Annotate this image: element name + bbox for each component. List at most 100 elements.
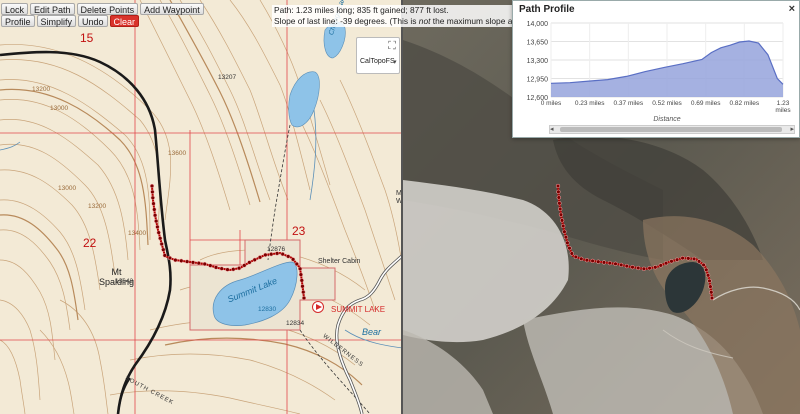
path-vertex[interactable]: [190, 260, 196, 265]
path-vertex[interactable]: [590, 258, 595, 264]
path-profile-panel[interactable]: Path Profile × 12,600 12,950 13,300 13,650 1…: [512, 0, 800, 138]
scroll-right-icon[interactable]: ▸: [790, 125, 794, 133]
summit-lake-marker-icon[interactable]: [312, 301, 324, 313]
path-vertex[interactable]: [263, 252, 268, 258]
path-vertex[interactable]: [680, 255, 685, 261]
path-vertex[interactable]: [565, 240, 570, 245]
path-vertex[interactable]: [150, 195, 155, 200]
path-vertex[interactable]: [257, 255, 263, 260]
path-vertex[interactable]: [298, 272, 304, 277]
path-vertex[interactable]: [150, 189, 155, 195]
path-vertex[interactable]: [705, 273, 711, 278]
path-vertex[interactable]: [619, 262, 624, 268]
path-vertex[interactable]: [630, 265, 635, 270]
path-vertex[interactable]: [558, 212, 564, 217]
topo-map[interactable]: 15 22 23 Mt Spalding Summit Lake Shelter…: [0, 0, 403, 414]
path-vertex[interactable]: [208, 263, 213, 268]
path-vertex[interactable]: [151, 201, 156, 206]
close-icon[interactable]: ×: [789, 3, 795, 15]
path-vertex[interactable]: [601, 260, 607, 265]
path-vertex[interactable]: [704, 267, 709, 272]
path-vertex[interactable]: [584, 258, 590, 263]
path-vertex[interactable]: [709, 295, 715, 301]
path-vertex[interactable]: [161, 247, 166, 252]
path-vertex[interactable]: [179, 258, 184, 263]
path-vertex[interactable]: [562, 229, 567, 234]
layer-select[interactable]: CalTopoFS: [360, 58, 395, 65]
path-vertex[interactable]: [686, 256, 691, 261]
path-vertex[interactable]: [596, 259, 601, 264]
fullscreen-icon[interactable]: ⛶: [386, 40, 398, 52]
path-vertex[interactable]: [556, 195, 561, 200]
path-vertex[interactable]: [290, 257, 296, 262]
path-vertex[interactable]: [300, 284, 305, 289]
path-vertex[interactable]: [301, 295, 307, 301]
path-vertex[interactable]: [558, 206, 563, 212]
path-vertex[interactable]: [158, 236, 163, 241]
path-vertex[interactable]: [173, 257, 178, 263]
path-vertex[interactable]: [247, 260, 252, 265]
path-vertex[interactable]: [708, 284, 713, 289]
path-vertex[interactable]: [613, 261, 618, 266]
path-vertex[interactable]: [213, 265, 219, 270]
path-vertex[interactable]: [691, 256, 697, 262]
path-vertex[interactable]: [196, 261, 201, 266]
path-vertex[interactable]: [573, 254, 578, 260]
path-vertex[interactable]: [294, 261, 299, 267]
path-vertex[interactable]: [641, 266, 647, 271]
path-vertex[interactable]: [184, 259, 190, 264]
path-vertex[interactable]: [236, 266, 242, 271]
path-vertex[interactable]: [674, 257, 680, 262]
simplify-button[interactable]: Simplify: [36, 15, 77, 27]
path-vertex[interactable]: [559, 218, 565, 223]
path-vertex[interactable]: [707, 278, 712, 284]
path-vertex[interactable]: [167, 255, 173, 261]
path-vertex[interactable]: [159, 241, 164, 247]
lock-button[interactable]: Lock: [1, 3, 29, 15]
path-vertex[interactable]: [624, 263, 629, 269]
path-vertex[interactable]: [149, 183, 155, 189]
path-vertex[interactable]: [701, 262, 706, 268]
path-vertex[interactable]: [155, 224, 160, 230]
path-vertex[interactable]: [569, 251, 574, 256]
path-vertex[interactable]: [555, 183, 561, 189]
path-vertex[interactable]: [219, 266, 224, 271]
path-vertex[interactable]: [658, 263, 663, 268]
path-vertex[interactable]: [556, 189, 561, 194]
add-waypoint-button[interactable]: Add Waypoint: [140, 3, 204, 15]
path-vertex[interactable]: [653, 265, 658, 270]
path-vertex[interactable]: [557, 201, 562, 206]
path-vertex[interactable]: [301, 289, 306, 295]
path-vertex[interactable]: [152, 207, 157, 212]
path-vertex[interactable]: [669, 259, 674, 264]
path-vertex[interactable]: [156, 230, 161, 235]
path-vertex[interactable]: [225, 267, 230, 272]
path-vertex[interactable]: [696, 259, 702, 264]
path-vertex[interactable]: [286, 254, 291, 259]
profile-scrollbar[interactable]: ◂ ▸: [549, 125, 795, 134]
path-vertex[interactable]: [154, 218, 159, 224]
chevron-down-icon[interactable]: ▾: [393, 58, 397, 66]
path-vertex[interactable]: [231, 267, 236, 272]
path-vertex[interactable]: [607, 260, 612, 266]
path-vertex[interactable]: [647, 266, 652, 271]
path-vertex[interactable]: [709, 290, 714, 295]
path-vertex[interactable]: [563, 235, 569, 240]
scroll-thumb[interactable]: [560, 127, 782, 132]
scroll-left-icon[interactable]: ◂: [550, 125, 554, 133]
path-vertex[interactable]: [162, 253, 167, 258]
path-vertex[interactable]: [636, 265, 641, 271]
path-vertex[interactable]: [663, 261, 669, 266]
path-vertex[interactable]: [567, 246, 572, 251]
path-vertex[interactable]: [561, 223, 566, 229]
path-vertex[interactable]: [202, 261, 207, 267]
path-vertex[interactable]: [297, 266, 303, 271]
path-vertex[interactable]: [242, 263, 247, 268]
layer-control[interactable]: ⛶ CalTopoFS ▾: [356, 37, 400, 74]
undo-button[interactable]: Undo: [78, 15, 108, 27]
path-vertex[interactable]: [152, 213, 158, 218]
path-vertex[interactable]: [252, 257, 257, 262]
profile-chart[interactable]: 12,60012,95013,30013,65014,000 0 miles 0.…: [513, 17, 800, 125]
path-vertex[interactable]: [299, 278, 304, 283]
path-vertex[interactable]: [579, 256, 584, 261]
